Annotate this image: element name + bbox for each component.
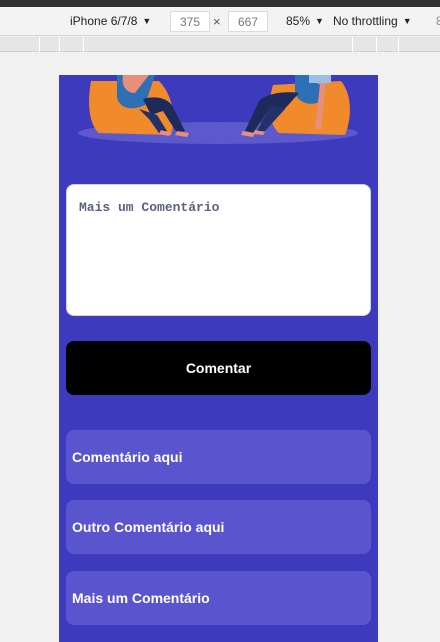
ruler-tick: [398, 37, 399, 52]
zoom-value: 85%: [286, 14, 311, 28]
throttling-select[interactable]: No throttling ▼: [333, 14, 412, 28]
comment-text: Outro Comentário aqui: [72, 519, 225, 535]
people-sitting-illustration: [78, 75, 358, 144]
comment-card: Comentário aqui: [66, 430, 371, 484]
device-name: iPhone 6/7/8: [70, 14, 138, 28]
zoom-select[interactable]: 85% ▼: [286, 14, 324, 28]
comment-text: Mais um Comentário: [72, 590, 210, 606]
throttling-value: No throttling: [333, 14, 398, 28]
caret-down-icon: ▼: [142, 16, 152, 26]
media-query-ruler[interactable]: [0, 37, 440, 52]
overflow-label: 8: [436, 14, 440, 28]
height-input[interactable]: 667: [228, 11, 268, 32]
ruler-tick: [39, 37, 40, 52]
device-viewport: Comentar Comentário aqui Outro Comentári…: [59, 75, 378, 642]
comment-input[interactable]: [66, 184, 371, 316]
ruler-tick: [83, 37, 84, 52]
ruler-tick: [376, 37, 377, 52]
ruler-tick: [352, 37, 353, 52]
width-input[interactable]: 375: [170, 11, 210, 32]
caret-down-icon: ▼: [402, 16, 412, 26]
caret-down-icon: ▼: [315, 16, 324, 26]
window-top-strip: [0, 0, 440, 7]
comment-card: Mais um Comentário: [66, 571, 371, 625]
comment-text: Comentário aqui: [72, 449, 183, 465]
device-toolbar: iPhone 6/7/8 ▼ 375 × 667 85% ▼ No thrott…: [0, 7, 440, 36]
ruler-tick: [59, 37, 60, 52]
times-icon: ×: [213, 14, 221, 29]
comment-card: Outro Comentário aqui: [66, 500, 371, 554]
comment-button[interactable]: Comentar: [66, 341, 371, 395]
device-select[interactable]: iPhone 6/7/8 ▼: [70, 14, 151, 28]
